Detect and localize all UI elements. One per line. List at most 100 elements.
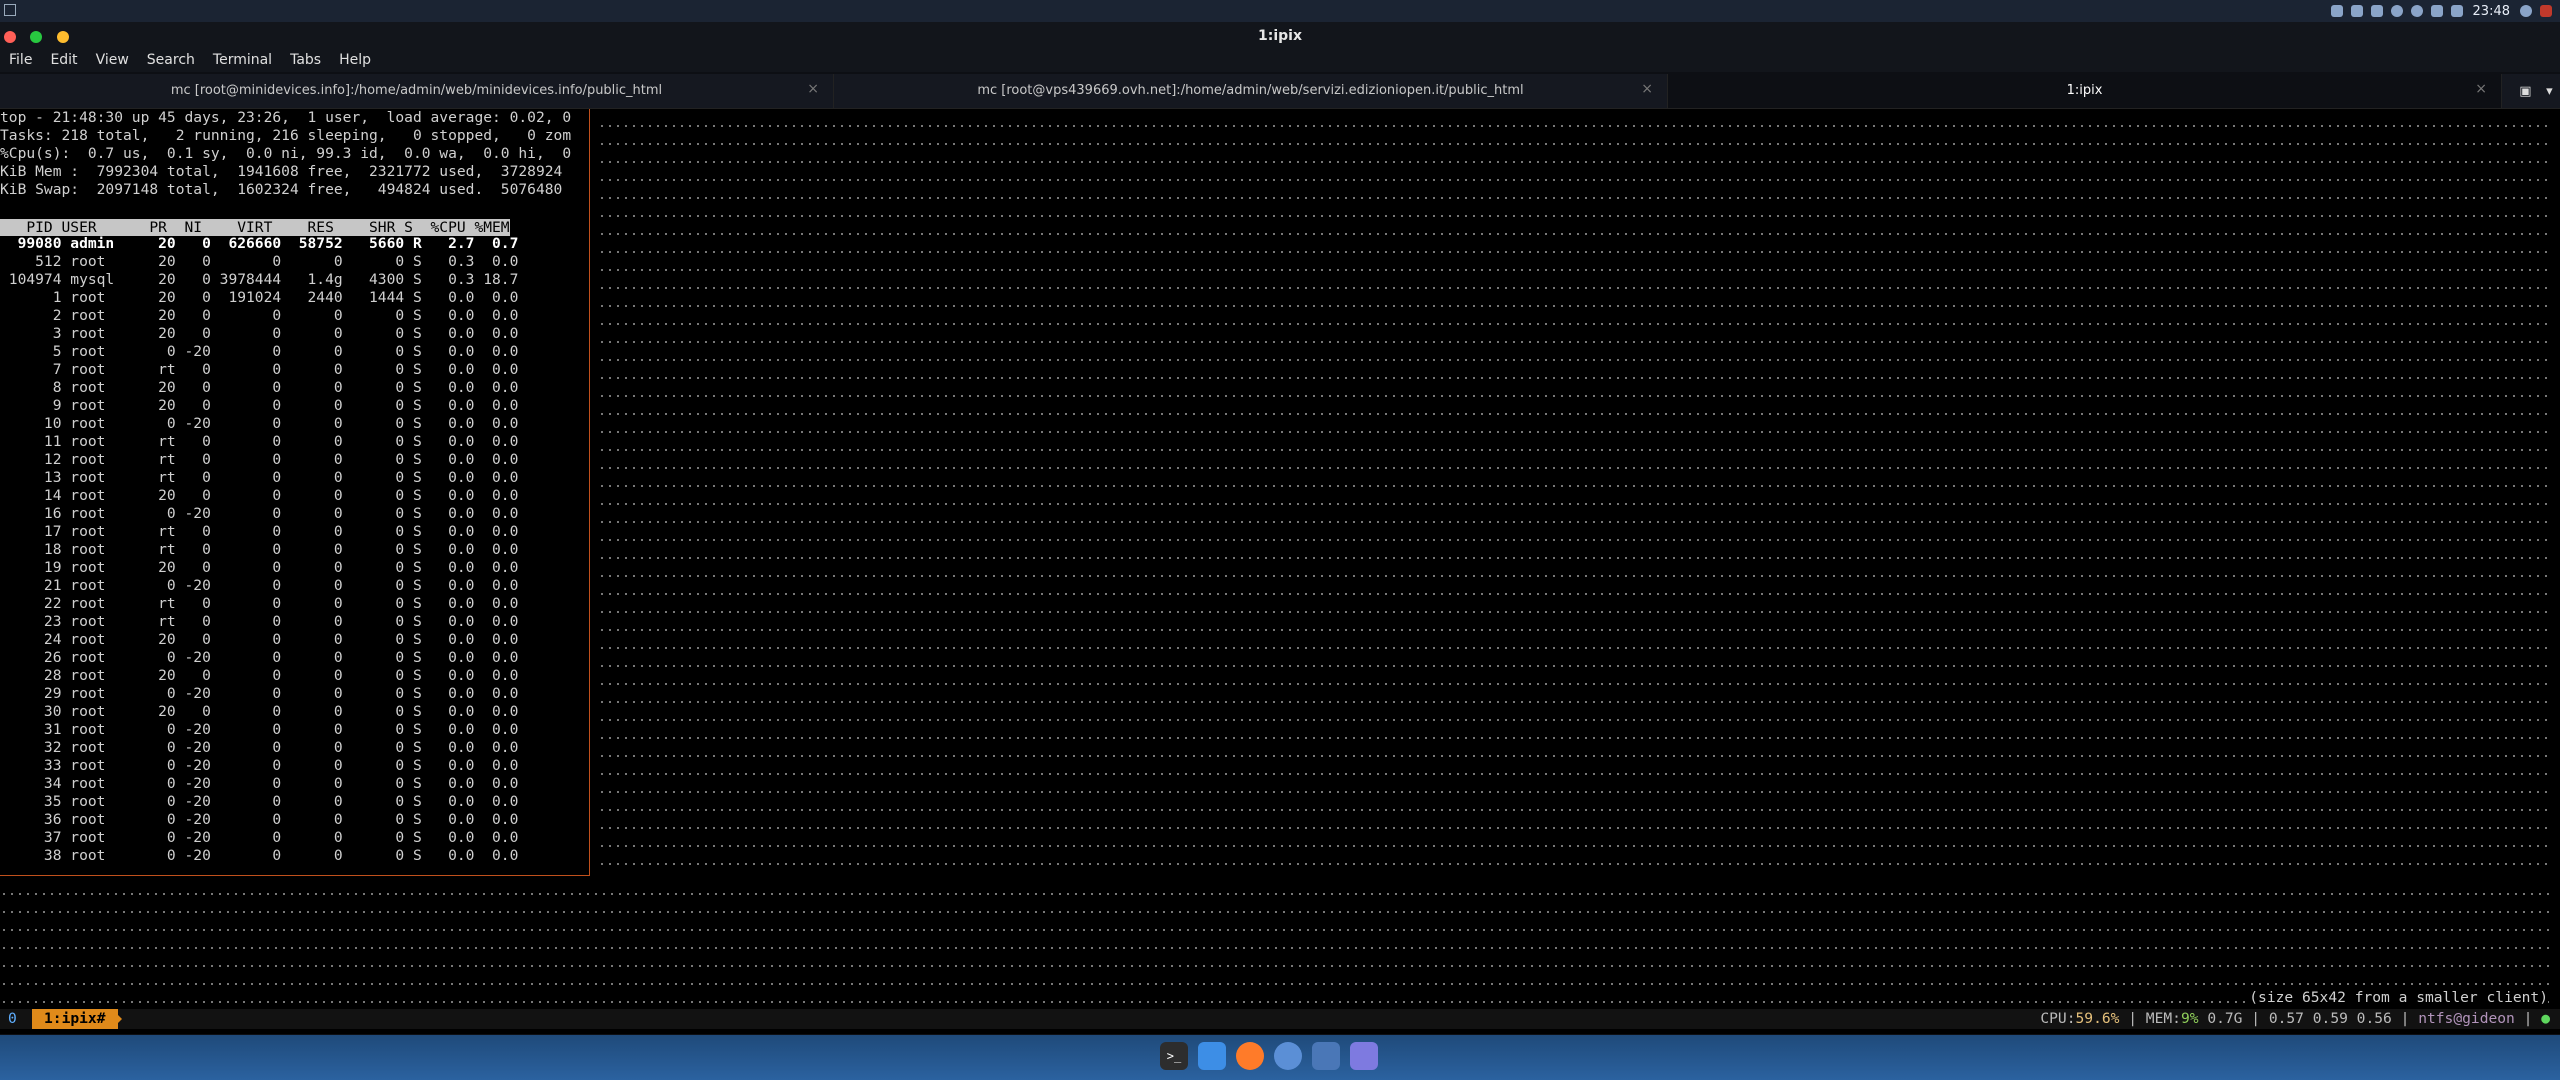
process-row: 12 root rt 0 0 0 0 S 0.0 0.0 [0,451,519,468]
tab-minidevices[interactable]: mc [root@minidevices.info]:/home/admin/w… [0,74,834,108]
tab-ipix[interactable]: 1:ipix × [1668,74,2502,108]
process-row: 10 root 0 -20 0 0 0 S 0.0 0.0 [0,415,519,432]
mem-value: 9% [2180,1010,2199,1027]
process-row: 18 root rt 0 0 0 0 S 0.0 0.0 [0,541,519,558]
system-tray: 23:48 [2330,0,2552,22]
network-icon[interactable] [2390,5,2403,17]
window-titlebar: 1:ipix [0,22,2560,50]
process-row: 16 root 0 -20 0 0 0 S 0.0 0.0 [0,505,519,522]
process-table-header-row: PID USER PR NI VIRT RES SHR S %CPU %MEM [0,217,589,236]
process-table-header: PID USER PR NI VIRT RES SHR S %CPU %MEM [0,219,510,236]
tab-tools: ▣ ▾ [2512,74,2560,108]
mem-label: | MEM: [2119,1010,2181,1027]
swap-summary-line: KiB Swap: 2097148 total, 1602324 free, 4… [0,181,563,198]
process-row: 23 root rt 0 0 0 0 S 0.0 0.0 [0,613,519,630]
process-row: 99080 admin 20 0 626660 58752 5660 R 2.7… [0,235,519,252]
process-row: 3 root 20 0 0 0 0 S 0.0 0.0 [0,325,519,342]
menu-help[interactable]: Help [330,50,380,72]
tab-label: 1:ipix [2066,83,2103,98]
tab-vps439669[interactable]: mc [root@vps439669.ovh.net]:/home/admin/… [834,74,1668,108]
host-label: ntfs@gideon [2418,1010,2515,1027]
process-row: 512 root 20 0 0 0 0 S 0.3 0.0 [0,253,519,270]
process-row: 32 root 0 -20 0 0 0 S 0.0 0.0 [0,739,519,756]
tmux-window-tab[interactable]: 1:ipix# [32,1009,118,1029]
top-summary-line: top - 21:48:30 up 45 days, 23:26, 1 user… [0,109,572,126]
top-pane[interactable]: top - 21:48:30 up 45 days, 23:26, 1 user… [0,109,590,876]
process-row: 2 root 20 0 0 0 0 S 0.0 0.0 [0,307,519,324]
cpu-value: 59.6% [2075,1010,2120,1027]
process-row: 7 root rt 0 0 0 0 S 0.0 0.0 [0,361,519,378]
volume-icon[interactable] [2430,5,2443,17]
keyboard-layout-flag-icon[interactable] [2540,5,2552,17]
tasks-summary-line: Tasks: 218 total, 2 running, 216 sleepin… [0,127,572,144]
mem-and-load: 0.7G | 0.57 0.59 0.56 | [2198,1010,2419,1027]
process-row: 17 root rt 0 0 0 0 S 0.0 0.0 [0,523,519,540]
process-row: 22 root rt 0 0 0 0 S 0.0 0.0 [0,595,519,612]
menu-edit[interactable]: Edit [41,50,86,72]
menu-search[interactable]: Search [138,50,204,72]
editor-app-icon[interactable] [1312,1042,1340,1070]
tab-bar: mc [root@minidevices.info]:/home/admin/w… [0,74,2560,109]
process-row: 104974 mysql 20 0 3978444 1.4g 4300 S 0.… [0,271,519,288]
cpu-summary-line: %Cpu(s): 0.7 us, 0.1 sy, 0.0 ni, 99.3 id… [0,145,572,162]
menu-bar: File Edit View Search Terminal Tabs Help [0,50,2560,72]
files-app-icon[interactable] [1198,1042,1226,1070]
display-icon[interactable] [2330,5,2343,17]
tab-close-icon[interactable]: × [1641,81,1653,97]
status-dot-icon: ● [2541,1010,2550,1027]
tab-close-icon[interactable]: × [807,81,819,97]
cpu-label: CPU: [2040,1010,2076,1027]
terminal-area[interactable]: top - 21:48:30 up 45 days, 23:26, 1 user… [0,109,2560,1034]
firefox-app-icon[interactable] [1236,1042,1264,1070]
notes-app-icon[interactable] [1350,1042,1378,1070]
terminal-app-icon[interactable]: >_ [1160,1042,1188,1070]
status-separator: | [2514,1010,2542,1027]
process-row: 34 root 0 -20 0 0 0 S 0.0 0.0 [0,775,519,792]
app-menu-icon[interactable] [4,4,16,16]
bluetooth-icon[interactable] [2350,5,2363,17]
process-row: 14 root 20 0 0 0 0 S 0.0 0.0 [0,487,519,504]
menu-tabs[interactable]: Tabs [281,50,330,72]
process-row: 5 root 0 -20 0 0 0 S 0.0 0.0 [0,343,519,360]
chat-icon[interactable] [2370,5,2383,17]
process-row: 28 root 20 0 0 0 0 S 0.0 0.0 [0,667,519,684]
dock: >_ [1160,1042,1378,1072]
process-row: 35 root 0 -20 0 0 0 S 0.0 0.0 [0,793,519,810]
menu-view[interactable]: View [87,50,138,72]
process-row: 31 root 0 -20 0 0 0 S 0.0 0.0 [0,721,519,738]
process-row: 24 root 20 0 0 0 0 S 0.0 0.0 [0,631,519,648]
browser-app-icon[interactable] [1274,1042,1302,1070]
system-panel: 23:48 [0,0,2560,22]
new-tab-icon[interactable]: ▣ [2519,84,2531,99]
process-row: 1 root 20 0 191024 2440 1444 S 0.0 0.0 [0,289,519,306]
unused-area-dots-right [598,117,2548,875]
clock[interactable]: 23:48 [2473,4,2510,19]
client-size-note: (size 65x42 from a smaller client) [2245,989,2548,1007]
tmux-session-index[interactable]: 0 [8,1009,17,1029]
process-row: 38 root 0 -20 0 0 0 S 0.0 0.0 [0,847,519,864]
process-row: 21 root 0 -20 0 0 0 S 0.0 0.0 [0,577,519,594]
tab-label: mc [root@minidevices.info]:/home/admin/w… [170,83,663,98]
process-row: 8 root 20 0 0 0 0 S 0.0 0.0 [0,379,519,396]
tmux-window-arrow-icon [112,1009,122,1029]
process-row: 26 root 0 -20 0 0 0 S 0.0 0.0 [0,649,519,666]
window-title: 1:ipix [1258,28,1302,44]
process-row: 9 root 20 0 0 0 0 S 0.0 0.0 [0,397,519,414]
process-row: 36 root 0 -20 0 0 0 S 0.0 0.0 [0,811,519,828]
tmux-status-bar: 0 1:ipix# CPU:59.6% | MEM:9% 0.7G | 0.57… [0,1009,2560,1029]
mem-summary-line: KiB Mem : 7992304 total, 1941608 free, 2… [0,163,563,180]
process-row: 30 root 20 0 0 0 0 S 0.0 0.0 [0,703,519,720]
process-row: 29 root 0 -20 0 0 0 S 0.0 0.0 [0,685,519,702]
tab-label: mc [root@vps439669.ovh.net]:/home/admin/… [977,83,1524,98]
menu-terminal[interactable]: Terminal [204,50,281,72]
notification-icon[interactable] [2450,5,2463,17]
menu-file[interactable]: File [0,50,41,72]
process-row: 11 root rt 0 0 0 0 S 0.0 0.0 [0,433,519,450]
process-list: 99080 admin 20 0 626660 58752 5660 R 2.7… [0,235,589,865]
settings-icon[interactable] [2520,5,2532,17]
tab-close-icon[interactable]: × [2475,81,2487,97]
vpn-icon[interactable] [2410,5,2423,17]
process-row: 19 root 20 0 0 0 0 S 0.0 0.0 [0,559,519,576]
tab-list-dropdown-icon[interactable]: ▾ [2546,84,2553,99]
tmux-status-right: CPU:59.6% | MEM:9% 0.7G | 0.57 0.59 0.56… [2040,1009,2550,1029]
